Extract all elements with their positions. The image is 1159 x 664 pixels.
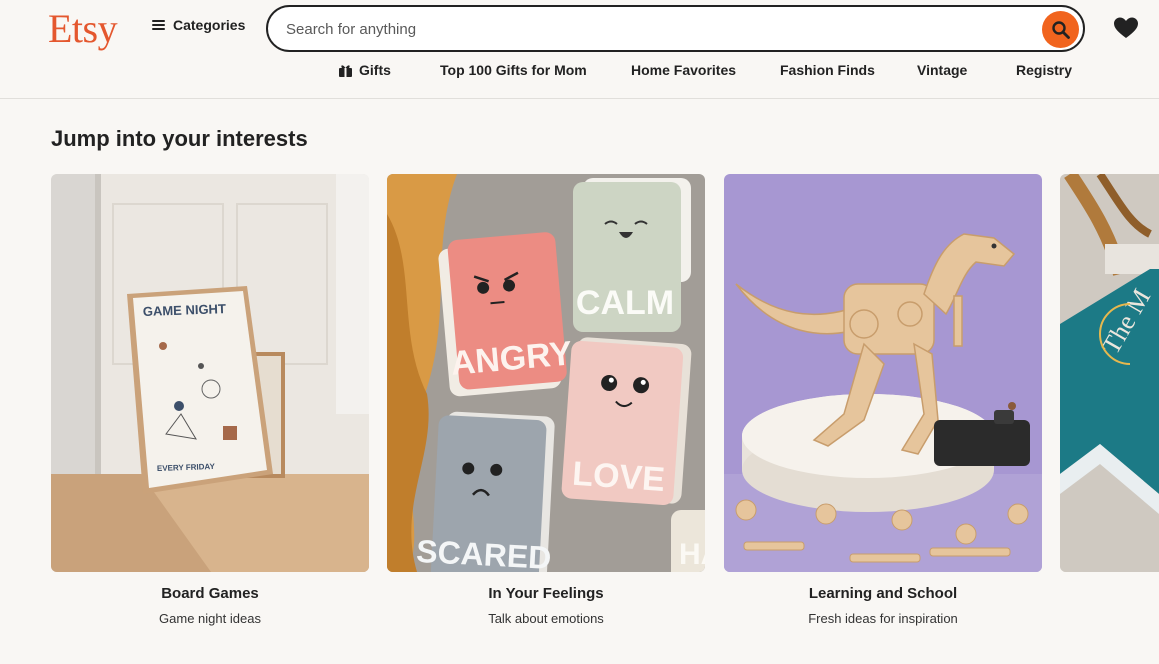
nav-item-home-favorites[interactable]: Home Favorites (631, 62, 736, 78)
card-title: Board Games (161, 585, 259, 602)
nav-item-top-100-gifts-for-mom[interactable]: Top 100 Gifts for Mom (440, 62, 587, 78)
categories-label: Categories (173, 17, 246, 33)
card-image (724, 174, 1042, 572)
interest-card-learning-and-school[interactable]: Learning and School Fresh ideas for insp… (724, 174, 1042, 626)
card-title: Learning and School (808, 585, 958, 602)
card-subtitle: Talk about emotions (488, 611, 604, 626)
nav-item-label: Vintage (917, 62, 968, 78)
interest-card-in-your-feelings[interactable]: CALM ANGRY LOVE SCARED H In Your Feeling… (387, 174, 705, 626)
favorites-button[interactable] (1113, 16, 1139, 45)
search-input[interactable] (286, 17, 1026, 41)
card-image: GAME NIGHT EVERY FRIDAY (51, 174, 369, 572)
nav-item-fashion-finds[interactable]: Fashion Finds (780, 62, 875, 78)
nav-item-label: Fashion Finds (780, 62, 875, 78)
site-header: Etsy Categories Gifts (0, 0, 1159, 99)
search-button[interactable] (1042, 11, 1079, 48)
nav-item-gifts[interactable]: Gifts (338, 62, 391, 78)
svg-text:LOVE: LOVE (571, 455, 666, 499)
svg-text:HA: HA (679, 538, 705, 571)
categories-button[interactable]: Categories (152, 17, 245, 33)
nav-item-label: Top 100 Gifts for Mom (440, 62, 587, 78)
nav-item-label: Gifts (359, 62, 391, 78)
heart-icon (1114, 17, 1138, 38)
interest-card-partial[interactable]: The M (1060, 174, 1159, 572)
nav-item-vintage[interactable]: Vintage (917, 62, 967, 78)
card-title: In Your Feelings (488, 585, 604, 602)
etsy-logo[interactable]: Etsy (48, 5, 118, 52)
svg-text:GAME NIGHT: GAME NIGHT (143, 301, 227, 319)
card-subtitle: Game night ideas (159, 611, 261, 626)
search-icon (1051, 20, 1070, 39)
nav-item-label: Home Favorites (631, 62, 737, 78)
svg-text:CALM: CALM (576, 284, 674, 322)
card-subtitle: Fresh ideas for inspiration (808, 611, 958, 626)
section-title: Jump into your interests (51, 126, 308, 151)
nav-item-label: Registry (1016, 62, 1073, 78)
search-bar (266, 5, 1085, 52)
svg-text:SCARED: SCARED (415, 533, 552, 572)
nav-item-registry[interactable]: Registry (1016, 62, 1072, 78)
interest-card-board-games[interactable]: GAME NIGHT EVERY FRIDAY Board Games Game… (51, 174, 369, 626)
menu-icon (152, 20, 165, 30)
category-nav: Gifts Top 100 Gifts for Mom Home Favorit… (0, 62, 1159, 86)
card-image: CALM ANGRY LOVE SCARED H (387, 174, 705, 572)
card-image: The M (1060, 174, 1159, 572)
gift-icon (339, 64, 352, 77)
